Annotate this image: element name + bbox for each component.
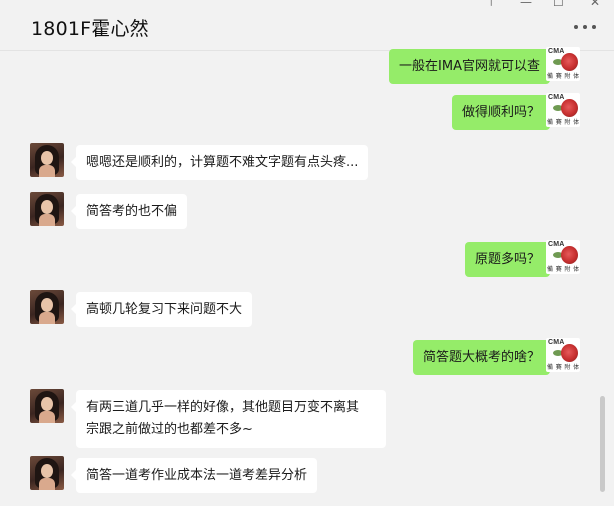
message-bubble-sent[interactable]: 做得顺利吗？ <box>451 95 556 130</box>
message-bubble-received[interactable]: 高顿几轮复习下来问题不大 <box>70 292 253 327</box>
close-button[interactable]: ✕ <box>590 0 600 8</box>
maximize-button[interactable]: ☐ <box>553 0 564 8</box>
self-avatar[interactable]: CMA 備 賽 附 体 <box>546 47 580 81</box>
avatar-label: CMA <box>548 48 565 55</box>
message-bubble-sent[interactable]: 一般在IMA官网就可以查 <box>389 49 555 84</box>
avatar-label: CMA <box>548 94 565 101</box>
minimize-button[interactable]: — <box>520 0 532 8</box>
message-bubble-sent[interactable]: 原题多吗？ <box>464 242 556 277</box>
message-line: 宗跟之前做过的也都差不多~ <box>86 422 253 437</box>
message-bubble-received[interactable]: 简答考的也不偏 <box>70 194 188 229</box>
scrollbar[interactable] <box>600 396 605 492</box>
self-avatar[interactable]: CMA 備 賽 附 体 <box>546 93 580 127</box>
contact-avatar[interactable] <box>30 389 64 423</box>
message-line: 有两三道几乎一样的好像，其他题目万变不离其 <box>86 400 360 415</box>
avatar-sublabel: 備 賽 附 体 <box>547 119 580 126</box>
avatar-sublabel: 備 賽 附 体 <box>547 364 580 371</box>
pin-icon[interactable]: ⊤ <box>486 0 496 8</box>
title-bar: 1801F霍心然 ⊤ — ☐ ✕ <box>0 0 614 51</box>
message-bubble-received[interactable]: 简答一道考作业成本法一道考差异分析 <box>70 458 318 493</box>
contact-avatar[interactable] <box>30 192 64 226</box>
chat-window: 1801F霍心然 ⊤ — ☐ ✕ 一般在IMA官网就可以查 CMA 備 賽 附 … <box>0 0 614 506</box>
avatar-sublabel: 備 賽 附 体 <box>547 73 580 80</box>
avatar-label: CMA <box>548 339 565 346</box>
avatar-sublabel: 備 賽 附 体 <box>547 266 580 273</box>
more-options-icon[interactable] <box>574 23 596 31</box>
message-bubble-received[interactable]: 嗯嗯还是顺利的，计算题不难文字题有点头疼... <box>70 145 369 180</box>
chat-title: 1801F霍心然 <box>31 18 149 40</box>
avatar-label: CMA <box>548 241 565 248</box>
self-avatar[interactable]: CMA 備 賽 附 体 <box>546 240 580 274</box>
message-bubble-sent[interactable]: 简答题大概考的啥？ <box>412 340 556 375</box>
contact-avatar[interactable] <box>30 456 64 490</box>
self-avatar[interactable]: CMA 備 賽 附 体 <box>546 338 580 372</box>
contact-avatar[interactable] <box>30 143 64 177</box>
contact-avatar[interactable] <box>30 290 64 324</box>
message-bubble-received[interactable]: 有两三道几乎一样的好像，其他题目万变不离其 宗跟之前做过的也都差不多~ <box>71 390 386 448</box>
